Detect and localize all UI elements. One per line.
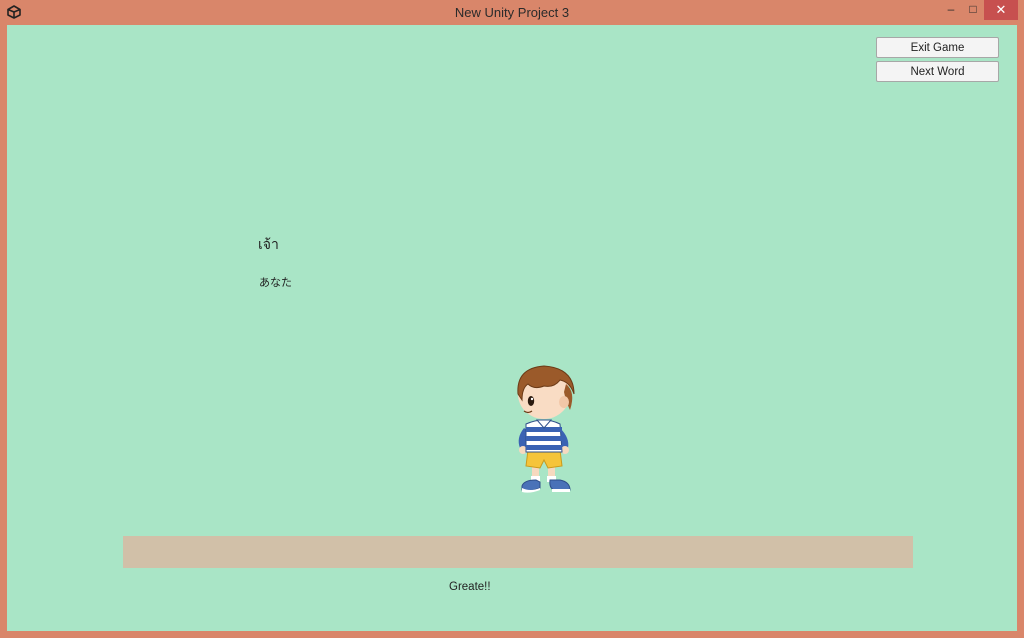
translation-text: あなた <box>259 276 292 289</box>
close-button[interactable]: ✕ <box>984 0 1018 20</box>
ground-platform <box>123 536 913 568</box>
word-text: เจ้า <box>258 237 279 253</box>
game-view: Exit Game Next Word เจ้า あなた Greate!! <box>7 25 1017 631</box>
boy-walking-icon <box>517 365 575 493</box>
next-word-button[interactable]: Next Word <box>876 61 999 82</box>
exit-game-button[interactable]: Exit Game <box>876 37 999 58</box>
window-title: New Unity Project 3 <box>454 5 570 20</box>
maximize-button[interactable]: □ <box>962 0 984 20</box>
title-bar[interactable]: New Unity Project 3 – □ ✕ <box>0 0 1024 24</box>
result-text: Greate!! <box>449 581 491 593</box>
minimize-button[interactable]: – <box>938 0 964 20</box>
